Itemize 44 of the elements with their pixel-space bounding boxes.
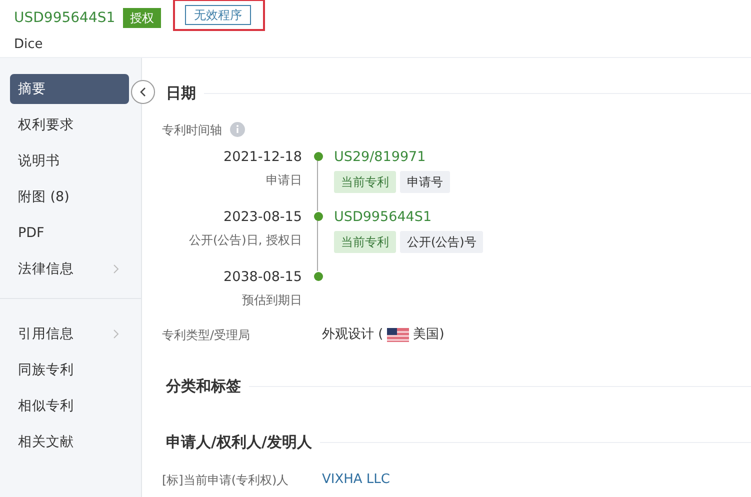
timeline-label: 专利时间轴 [162, 122, 222, 138]
tag: 当前专利 [334, 231, 396, 253]
field-label: 专利类型/受理局 [162, 327, 252, 344]
timeline-date: 2021-12-18 [222, 148, 302, 166]
section-title: 分类和标签 [166, 376, 241, 397]
timeline-dot [314, 152, 322, 160]
country-name: 美国) [413, 326, 444, 344]
applicant-link[interactable]: VIXHA LLC [322, 470, 390, 490]
timeline-caption: 公开(公告)日, 授权日 [188, 232, 302, 249]
chevron-left-icon [139, 87, 147, 97]
sidebar-item[interactable]: 相似专利 [10, 391, 129, 421]
sidebar-item[interactable]: PDF [10, 218, 129, 248]
status-tag: 授权 [123, 8, 162, 28]
timeline-caption: 申请日 [265, 172, 302, 189]
sidebar-item[interactable]: 摘要 [10, 74, 129, 104]
application-number-link[interactable]: USD995644S1 [334, 206, 484, 227]
sidebar-item[interactable]: 引用信息 [10, 319, 129, 349]
tag: 申请号 [400, 170, 450, 193]
section-title: 申请人/权利人/发明人 [166, 432, 312, 454]
status-tag: 无效程序 [185, 5, 252, 25]
collapse-button[interactable] [131, 80, 155, 104]
sidebar-item[interactable]: 说明书 [10, 146, 129, 176]
sidebar-item[interactable]: 法律信息 [10, 254, 129, 284]
patent-number: USD995644S1 [14, 8, 116, 28]
tag: 公开(公告)号 [400, 231, 484, 253]
field-label: [标]当前申请(专利权)人 [162, 472, 290, 488]
chevron-right-icon [111, 329, 121, 339]
tag: 当前专利 [334, 170, 396, 193]
timeline-date: 2023-08-15 [222, 208, 302, 227]
timeline-dot [314, 272, 322, 281]
sidebar-item[interactable]: 相关文献 [10, 427, 129, 457]
timeline-dot [314, 212, 322, 221]
sidebar-item[interactable]: 权利要求 [10, 110, 129, 140]
info-icon [230, 122, 245, 137]
sidebar-item[interactable]: 同族专利 [10, 355, 129, 385]
timeline-date: 2038-08-15 [222, 268, 302, 287]
chevron-right-icon [111, 264, 121, 274]
application-number-link[interactable]: US29/819971 [334, 146, 450, 167]
timeline-caption: 预估到期日 [241, 292, 302, 310]
field-value: 外观设计 ( [322, 326, 384, 344]
us-flag-icon [387, 328, 410, 342]
section-title: 日期 [166, 83, 196, 104]
sidebar-item[interactable]: 附图 (8) [10, 182, 129, 212]
patent-title: Dice [14, 36, 44, 54]
